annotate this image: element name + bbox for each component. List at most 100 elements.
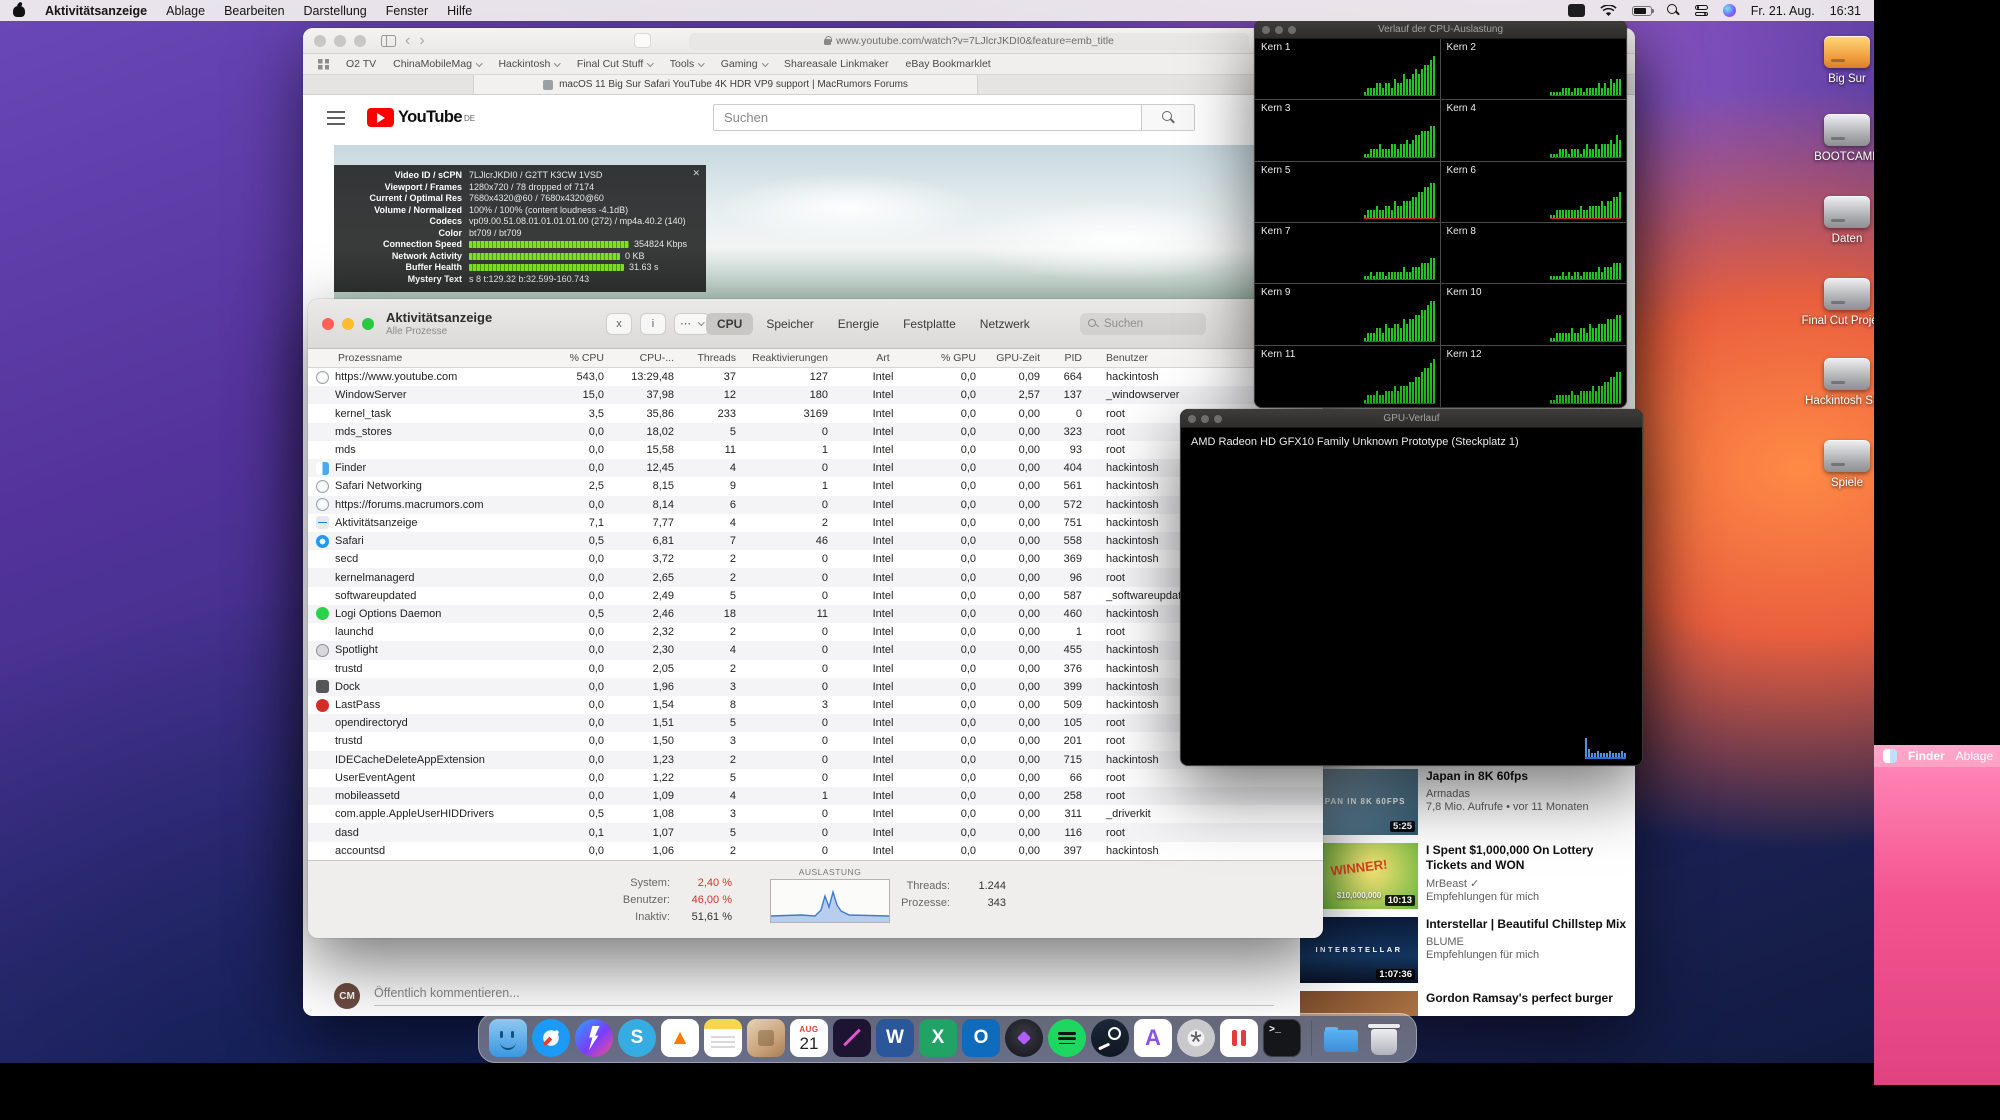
tab-cpu[interactable]: CPU xyxy=(706,313,753,335)
process-row[interactable]: Finder0,012,4540Intel0,00,00404hackintos… xyxy=(308,459,1323,477)
menu-time[interactable]: 16:31 xyxy=(1830,4,1861,18)
column-header-gpu-zeit[interactable]: GPU-Zeit xyxy=(988,352,1052,364)
dock-word-icon[interactable]: W xyxy=(876,1019,914,1057)
process-row[interactable]: kernelmanagerd0,02,6520Intel0,00,0096roo… xyxy=(308,568,1323,586)
finder-icon[interactable] xyxy=(1883,749,1897,763)
process-row[interactable]: mds_stores0,018,0250Intel0,00,00323root xyxy=(308,423,1323,441)
tab-speicher[interactable]: Speicher xyxy=(755,313,824,335)
window-buttons[interactable] xyxy=(1188,415,1222,423)
dock-notes-icon[interactable] xyxy=(704,1019,742,1057)
column-header-cpu[interactable]: % CPU xyxy=(560,352,616,364)
search-input[interactable] xyxy=(713,104,1141,131)
address-bar[interactable]: www.youtube.com/watch?v=7LJlcrJKDI0&feat… xyxy=(689,33,1249,50)
desktop-icon-daten[interactable]: Daten xyxy=(1799,196,1874,245)
process-row[interactable]: trustd0,01,5030Intel0,00,00201root xyxy=(308,732,1323,750)
apple-menu-icon[interactable] xyxy=(13,3,26,18)
process-row[interactable]: com.apple.AppleUserHIDDrivers0,51,0830In… xyxy=(308,805,1323,823)
process-row[interactable]: https://www.youtube.com543,013:29,483712… xyxy=(308,368,1323,386)
dock-calendar-icon[interactable]: AUG21 xyxy=(790,1019,828,1057)
column-header-art[interactable]: Art xyxy=(840,352,926,364)
dock-excel-icon[interactable]: X xyxy=(919,1019,957,1057)
forward-button[interactable]: › xyxy=(419,33,424,49)
window-buttons[interactable] xyxy=(1262,26,1296,34)
quit-process-button[interactable]: x xyxy=(606,313,632,335)
desktop-icon-spiele[interactable]: Spiele xyxy=(1799,440,1874,489)
wifi-icon[interactable] xyxy=(1600,5,1617,17)
privacy-report-button[interactable] xyxy=(634,33,651,48)
battery-icon[interactable] xyxy=(1632,6,1652,16)
process-row[interactable]: Spotlight0,02,3040Intel0,00,00455hackint… xyxy=(308,641,1323,659)
desktop-icon-hackintosh-ssd[interactable]: Hackintosh SSD xyxy=(1799,358,1874,407)
process-row[interactable]: mobileassetd0,01,0941Intel0,00,00258root xyxy=(308,787,1323,805)
siri-icon[interactable] xyxy=(1723,4,1736,17)
dock-trash-icon[interactable] xyxy=(1365,1019,1403,1057)
process-row[interactable]: IDECacheDeleteAppExtension0,01,2320Intel… xyxy=(308,751,1323,769)
dock-safari-icon[interactable] xyxy=(532,1019,570,1057)
process-row[interactable]: Aktivitätsanzeige7,17,7742Intel0,00,0075… xyxy=(308,514,1323,532)
process-row[interactable]: mds0,015,58111Intel0,00,0093root xyxy=(308,441,1323,459)
column-header-pid[interactable]: PID xyxy=(1052,352,1094,364)
bookmark-o2-tv[interactable]: O2 TV xyxy=(346,58,376,70)
suggested-video[interactable]: JAPAN IN 8K 60FPS5:25Japan in 8K 60fpsAr… xyxy=(1300,769,1628,835)
process-row[interactable]: Safari Networking2,58,1591Intel0,00,0056… xyxy=(308,477,1323,495)
suggested-video[interactable]: INTERSTELLAR1:07:36Interstellar | Beauti… xyxy=(1300,917,1628,983)
dock-steam-icon[interactable] xyxy=(1091,1019,1129,1057)
avatar[interactable]: CM xyxy=(334,983,360,1009)
process-row[interactable]: secd0,03,7220Intel0,00,00369hackintosh xyxy=(308,550,1323,568)
dock-a-design-app-icon[interactable]: A xyxy=(1134,1019,1172,1057)
tab-energie[interactable]: Energie xyxy=(827,313,890,335)
youtube-logo[interactable]: YouTube DE xyxy=(367,108,475,127)
dock-tan-app-icon[interactable] xyxy=(747,1019,785,1057)
video-title[interactable]: Japan in 8K 60fps xyxy=(1426,769,1589,784)
bookmark-hackintosh[interactable]: Hackintosh xyxy=(498,58,559,70)
video-channel[interactable]: Armadas xyxy=(1426,788,1589,800)
desktop-icon-final-cut-projects[interactable]: Final Cut Projects xyxy=(1799,278,1874,327)
close-icon[interactable]: ✕ xyxy=(692,168,700,180)
display2-menu-finder[interactable]: Finder xyxy=(1908,749,1945,763)
process-row[interactable]: accountsd0,01,0620Intel0,00,00397hackint… xyxy=(308,842,1323,860)
back-button[interactable]: ‹ xyxy=(405,33,410,49)
spotlight-icon[interactable] xyxy=(1667,4,1680,17)
dock-parallels-icon[interactable] xyxy=(1220,1019,1258,1057)
process-row[interactable]: https://forums.macrumors.com0,08,1460Int… xyxy=(308,496,1323,514)
tab-netzwerk[interactable]: Netzwerk xyxy=(969,313,1041,335)
dock-system-preferences-icon[interactable]: * xyxy=(1177,1019,1215,1057)
bookmark-ebay-bookmarklet[interactable]: eBay Bookmarklet xyxy=(906,58,991,70)
video-channel[interactable]: MrBeast ✓ xyxy=(1426,877,1628,890)
video-title[interactable]: Interstellar | Beautiful Chillstep Mix xyxy=(1426,917,1626,932)
menu-date[interactable]: Fr. 21. Aug. xyxy=(1751,4,1815,18)
control-center-icon[interactable] xyxy=(1695,5,1708,16)
process-row[interactable]: WindowServer15,037,9812180Intel0,02,5713… xyxy=(308,386,1323,404)
process-row[interactable]: trustd0,02,0520Intel0,00,00376hackintosh xyxy=(308,660,1323,678)
close-button[interactable] xyxy=(314,35,326,47)
menu-item-bearbeiten[interactable]: Bearbeiten xyxy=(224,4,284,18)
view-options-button[interactable]: ⋯ xyxy=(674,313,710,335)
process-row[interactable]: LastPass0,01,5483Intel0,00,00509hackinto… xyxy=(308,696,1323,714)
process-row[interactable]: UserEventAgent0,01,2250Intel0,00,0066roo… xyxy=(308,769,1323,787)
process-row[interactable]: dasd0,11,0750Intel0,00,00116root xyxy=(308,823,1323,841)
dock-final-cut-pro-icon[interactable] xyxy=(1005,1019,1043,1057)
dock-vlc-icon[interactable]: ▲ xyxy=(661,1019,699,1057)
dock-finder-icon[interactable] xyxy=(489,1019,527,1057)
minimize-button[interactable] xyxy=(342,318,354,330)
process-row[interactable]: softwareupdated0,02,4950Intel0,00,00587_… xyxy=(308,587,1323,605)
sidebar-icon[interactable] xyxy=(381,35,396,47)
process-row[interactable]: kernel_task3,535,862333169Intel0,00,000r… xyxy=(308,404,1323,422)
zoom-button[interactable] xyxy=(362,318,374,330)
suggested-video[interactable]: WINNER!$10,000,00010:13I Spent $1,000,00… xyxy=(1300,843,1628,909)
dock-skype-icon[interactable]: S xyxy=(618,1019,656,1057)
comment-input[interactable]: Öffentlich kommentieren... xyxy=(374,986,1274,1006)
bookmark-shareasale-linkmaker[interactable]: Shareasale Linkmaker xyxy=(784,58,888,70)
process-row[interactable]: opendirectoryd0,01,5150Intel0,00,00105ro… xyxy=(308,714,1323,732)
bookmark-final-cut-stuff[interactable]: Final Cut Stuff xyxy=(577,58,653,70)
dock-terminal-icon[interactable]: >_ xyxy=(1263,1019,1301,1057)
tab-festplatte[interactable]: Festplatte xyxy=(892,313,967,335)
dock-affinity-photo-icon[interactable] xyxy=(833,1019,871,1057)
video-title[interactable]: I Spent $1,000,000 On Lottery Tickets an… xyxy=(1426,843,1628,873)
column-header-reaktivierungen[interactable]: Reaktivierungen xyxy=(748,352,840,364)
display2-menu-ablage[interactable]: Ablage xyxy=(1956,749,1993,763)
inspect-process-button[interactable]: i xyxy=(640,313,666,335)
dock-downloads-folder-icon[interactable] xyxy=(1322,1019,1360,1057)
bookmark-gaming[interactable]: Gaming xyxy=(721,58,767,70)
search-field[interactable]: Suchen xyxy=(1080,313,1206,335)
